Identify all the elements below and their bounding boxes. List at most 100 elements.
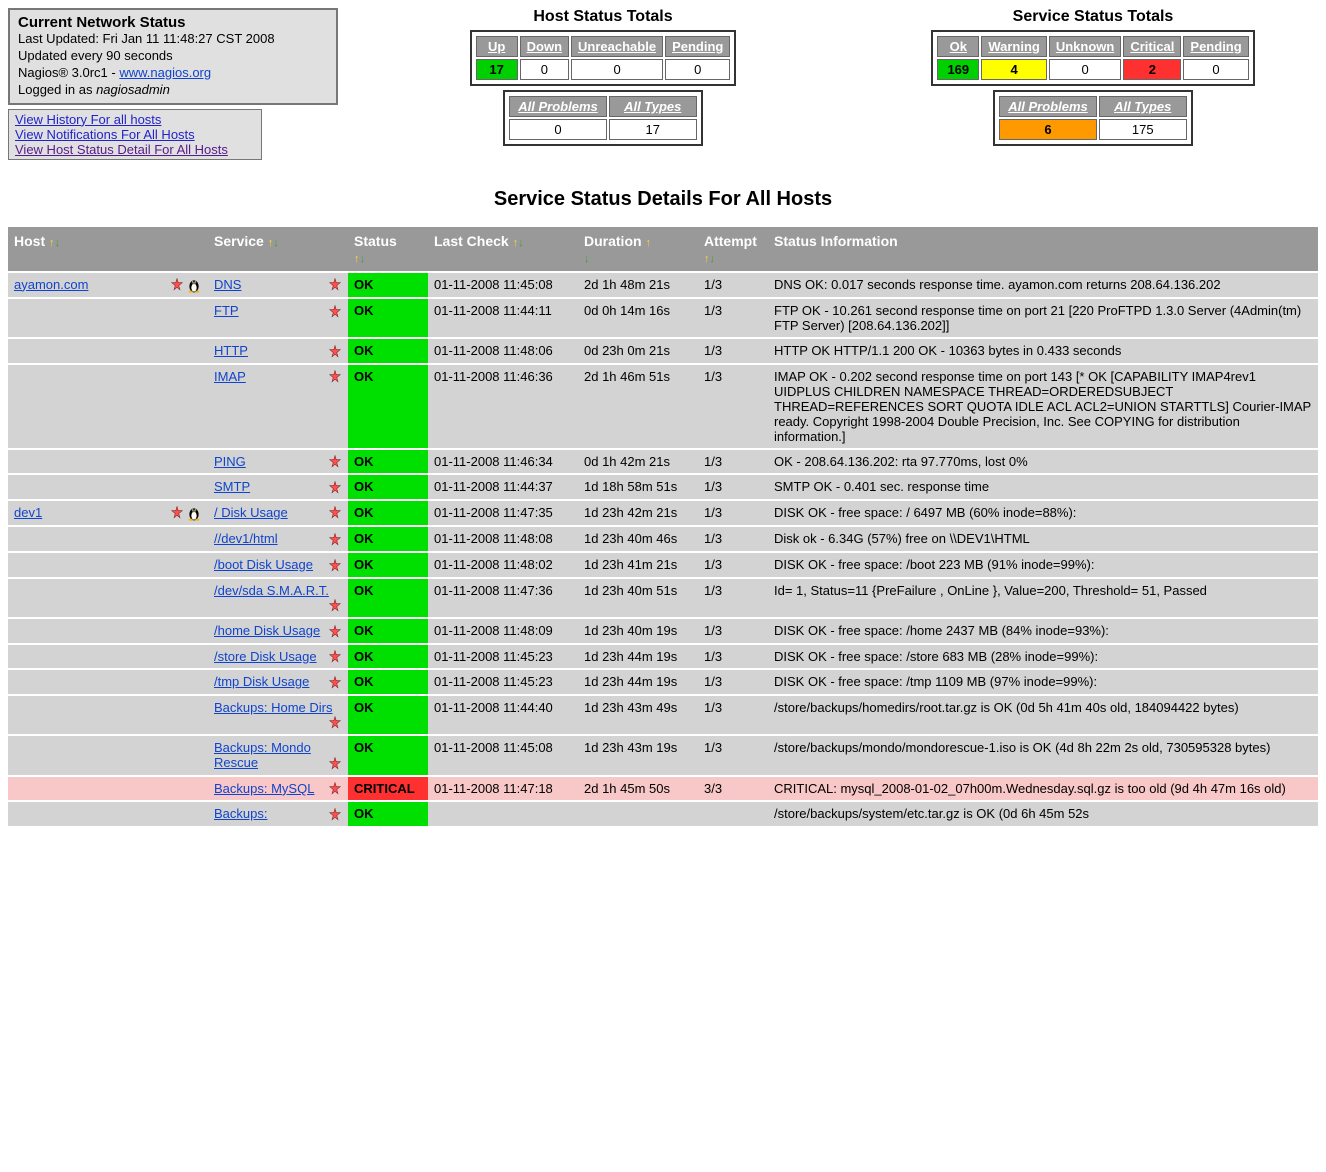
notification-star-icon[interactable]: [328, 305, 342, 319]
val-up[interactable]: 17: [476, 59, 518, 80]
notification-star-icon[interactable]: [328, 455, 342, 469]
notification-star-icon[interactable]: [328, 650, 342, 664]
sort-desc-icon[interactable]: ↓: [518, 237, 524, 249]
status-cell: OK: [348, 802, 428, 826]
service-link[interactable]: Backups: Home Dirs: [214, 700, 332, 715]
service-link[interactable]: /home Disk Usage: [214, 623, 320, 638]
status-cell: OK: [348, 527, 428, 551]
sort-asc-icon[interactable]: ↑: [645, 237, 651, 249]
service-link[interactable]: FTP: [214, 303, 239, 318]
sort-desc-icon[interactable]: ↓: [273, 237, 279, 249]
service-link[interactable]: DNS: [214, 277, 241, 292]
host-link[interactable]: dev1: [14, 505, 42, 520]
nagios-url-link[interactable]: www.nagios.org: [119, 65, 211, 80]
val-warning[interactable]: 4: [981, 59, 1047, 80]
link-history[interactable]: View History For all hosts: [15, 112, 255, 127]
col-duration[interactable]: Duration ↑ ↓: [578, 227, 698, 271]
service-link[interactable]: Backups:: [214, 806, 267, 821]
service-link[interactable]: Backups: MySQL: [214, 781, 314, 796]
sort-desc-icon[interactable]: ↓: [55, 237, 61, 249]
host-cell: [8, 696, 208, 735]
attempt-cell: 3/3: [698, 777, 768, 801]
hdr-svc-pending[interactable]: Pending: [1183, 36, 1248, 57]
notification-star-icon[interactable]: [328, 506, 342, 520]
col-status[interactable]: Status↑↓: [348, 227, 428, 271]
col-host[interactable]: Host ↑↓: [8, 227, 208, 271]
val-all-problems[interactable]: 0: [509, 119, 606, 140]
val-svc-types[interactable]: 175: [1099, 119, 1187, 140]
status-cell: OK: [348, 339, 428, 363]
notification-star-icon[interactable]: [328, 716, 342, 730]
link-host-detail[interactable]: View Host Status Detail For All Hosts: [15, 142, 255, 157]
hdr-down[interactable]: Down: [520, 36, 569, 57]
sort-desc-icon[interactable]: ↓: [710, 253, 716, 265]
service-link[interactable]: /tmp Disk Usage: [214, 674, 309, 689]
service-link[interactable]: /dev/sda S.M.A.R.T.: [214, 583, 329, 598]
val-down[interactable]: 0: [520, 59, 569, 80]
col-service[interactable]: Service ↑↓: [208, 227, 348, 271]
col-duration-label: Duration: [584, 233, 642, 249]
col-attempt[interactable]: Attempt↑↓: [698, 227, 768, 271]
service-link[interactable]: / Disk Usage: [214, 505, 288, 520]
service-link[interactable]: PING: [214, 454, 246, 469]
last-check-cell: 01-11-2008 11:47:36: [428, 579, 578, 618]
host-link[interactable]: ayamon.com: [14, 277, 88, 292]
service-totals-sub: All Problems All Types 6 175: [993, 90, 1192, 146]
service-cell: //dev1/html: [208, 527, 348, 551]
hdr-ok[interactable]: Ok: [937, 36, 979, 57]
val-critical[interactable]: 2: [1123, 59, 1181, 80]
hdr-svc-problems[interactable]: All Problems: [999, 96, 1096, 117]
notification-star-icon[interactable]: [328, 278, 342, 292]
notification-star-icon[interactable]: [328, 370, 342, 384]
last-check-cell: 01-11-2008 11:45:23: [428, 670, 578, 694]
hdr-pending[interactable]: Pending: [665, 36, 730, 57]
service-cell: DNS: [208, 273, 348, 298]
notification-star-icon[interactable]: [328, 481, 342, 495]
hdr-unreach[interactable]: Unreachable: [571, 36, 663, 57]
last-check-cell: 01-11-2008 11:48:06: [428, 339, 578, 363]
service-link[interactable]: /boot Disk Usage: [214, 557, 313, 572]
hdr-unknown[interactable]: Unknown: [1049, 36, 1122, 57]
notification-star-icon[interactable]: [328, 782, 342, 796]
table-row: /dev/sda S.M.A.R.T. OK01-11-2008 11:47:3…: [8, 579, 1318, 618]
val-unreach[interactable]: 0: [571, 59, 663, 80]
val-svc-problems[interactable]: 6: [999, 119, 1096, 140]
service-link[interactable]: /store Disk Usage: [214, 649, 317, 664]
notification-star-icon[interactable]: [328, 676, 342, 690]
service-link[interactable]: //dev1/html: [214, 531, 278, 546]
linux-os-icon[interactable]: [186, 277, 202, 293]
notification-star-icon[interactable]: [328, 559, 342, 573]
linux-os-icon[interactable]: [186, 505, 202, 521]
notification-star-icon[interactable]: [328, 808, 342, 822]
service-link[interactable]: SMTP: [214, 479, 250, 494]
notification-star-icon[interactable]: [170, 278, 184, 292]
val-ok[interactable]: 169: [937, 59, 979, 80]
notification-star-icon[interactable]: [328, 757, 342, 771]
attempt-cell: 1/3: [698, 527, 768, 551]
notification-star-icon[interactable]: [328, 599, 342, 613]
attempt-cell: 1/3: [698, 501, 768, 526]
hdr-critical[interactable]: Critical: [1123, 36, 1181, 57]
hdr-up[interactable]: Up: [476, 36, 518, 57]
sort-desc-icon[interactable]: ↓: [360, 253, 366, 265]
hdr-svc-types[interactable]: All Types: [1099, 96, 1187, 117]
val-unknown[interactable]: 0: [1049, 59, 1122, 80]
notification-star-icon[interactable]: [328, 625, 342, 639]
hdr-all-types[interactable]: All Types: [609, 96, 697, 117]
notification-star-icon[interactable]: [328, 345, 342, 359]
service-link[interactable]: Backups: Mondo Rescue: [214, 740, 311, 770]
notification-star-icon[interactable]: [170, 506, 184, 520]
service-link[interactable]: HTTP: [214, 343, 248, 358]
sort-desc-icon[interactable]: ↓: [584, 253, 590, 265]
notification-star-icon[interactable]: [328, 533, 342, 547]
val-pending[interactable]: 0: [665, 59, 730, 80]
val-all-types[interactable]: 17: [609, 119, 697, 140]
last-check-cell: 01-11-2008 11:47:18: [428, 777, 578, 801]
service-link[interactable]: IMAP: [214, 369, 246, 384]
hdr-all-problems[interactable]: All Problems: [509, 96, 606, 117]
val-svc-pending[interactable]: 0: [1183, 59, 1248, 80]
link-notifications[interactable]: View Notifications For All Hosts: [15, 127, 255, 142]
hdr-warning[interactable]: Warning: [981, 36, 1047, 57]
col-last-check[interactable]: Last Check ↑↓: [428, 227, 578, 271]
host-totals-title: Host Status Totals: [378, 8, 828, 26]
